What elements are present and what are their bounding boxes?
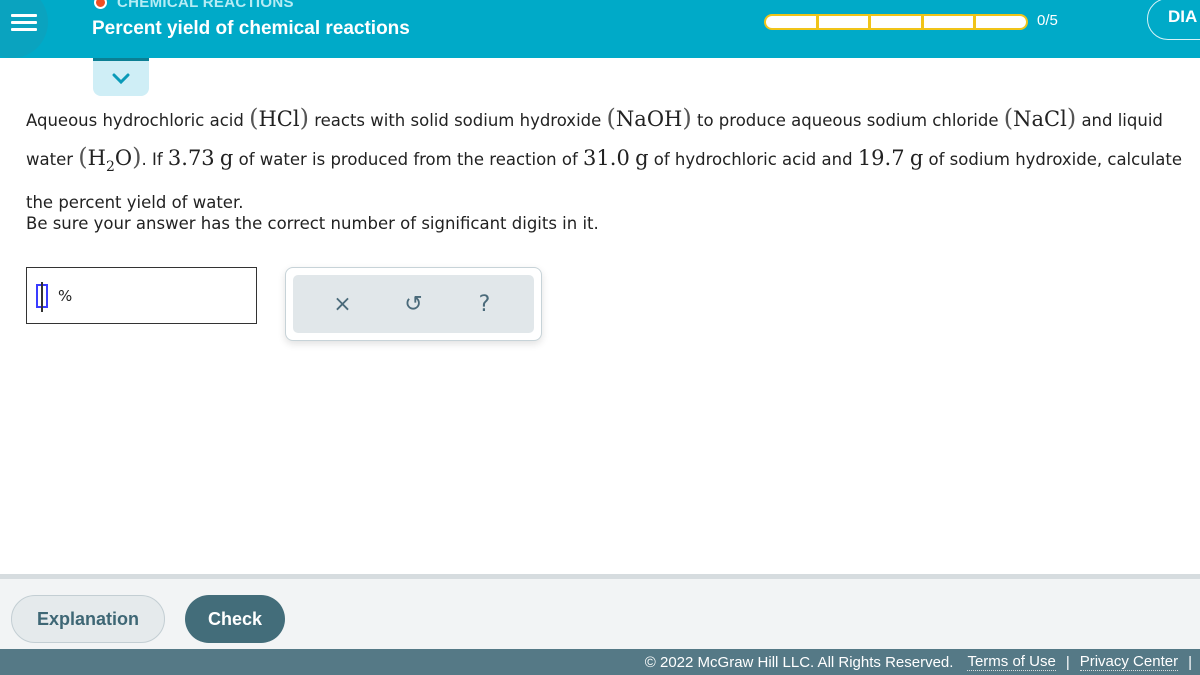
close-icon: × bbox=[333, 291, 352, 317]
top-header: CHEMICAL REACTIONS Percent yield of chem… bbox=[0, 0, 1200, 58]
copyright-text: © 2022 McGraw Hill LLC. All Rights Reser… bbox=[644, 653, 954, 671]
separator: | bbox=[1188, 653, 1192, 671]
answer-tools: × ↺ ? bbox=[285, 267, 542, 341]
answer-input[interactable]: % bbox=[26, 267, 257, 324]
page-title: Percent yield of chemical reactions bbox=[92, 18, 410, 39]
progress-segment bbox=[923, 16, 974, 28]
check-button[interactable]: Check bbox=[185, 595, 285, 643]
separator: | bbox=[1065, 653, 1070, 671]
progress-count: 0/5 bbox=[1037, 12, 1058, 29]
undo-button[interactable]: ↺ bbox=[394, 284, 434, 324]
chevron-down-icon bbox=[112, 73, 130, 84]
progress-segment bbox=[976, 16, 1026, 28]
significant-digits-note: Be sure your answer has the correct numb… bbox=[26, 214, 599, 233]
question-text: Aqueous hydrochloric acid (HCl) reacts w… bbox=[26, 104, 1182, 212]
category-label: CHEMICAL REACTIONS bbox=[117, 0, 294, 11]
menu-button[interactable] bbox=[0, 0, 48, 58]
collapse-toggle[interactable] bbox=[93, 58, 149, 96]
progress-bar bbox=[764, 14, 1028, 30]
action-bar: Explanation Check bbox=[0, 574, 1200, 649]
hamburger-icon bbox=[11, 10, 37, 35]
progress-segment bbox=[766, 16, 816, 28]
clear-button[interactable]: × bbox=[323, 284, 363, 324]
privacy-link[interactable]: Privacy Center bbox=[1079, 653, 1179, 671]
dia-button[interactable]: DIA bbox=[1147, 0, 1200, 40]
percent-unit: % bbox=[58, 286, 73, 305]
progress-segment bbox=[871, 16, 921, 28]
help-button[interactable]: ? bbox=[465, 284, 505, 324]
topic-category: CHEMICAL REACTIONS bbox=[94, 0, 294, 11]
undo-icon: ↺ bbox=[404, 291, 423, 317]
explanation-button[interactable]: Explanation bbox=[11, 595, 165, 643]
terms-link[interactable]: Terms of Use bbox=[967, 653, 1056, 671]
question-icon: ? bbox=[478, 291, 491, 317]
progress-segment bbox=[818, 16, 869, 28]
input-cursor bbox=[36, 281, 48, 312]
status-dot-icon bbox=[94, 0, 107, 9]
legal-footer: © 2022 McGraw Hill LLC. All Rights Reser… bbox=[0, 649, 1200, 675]
